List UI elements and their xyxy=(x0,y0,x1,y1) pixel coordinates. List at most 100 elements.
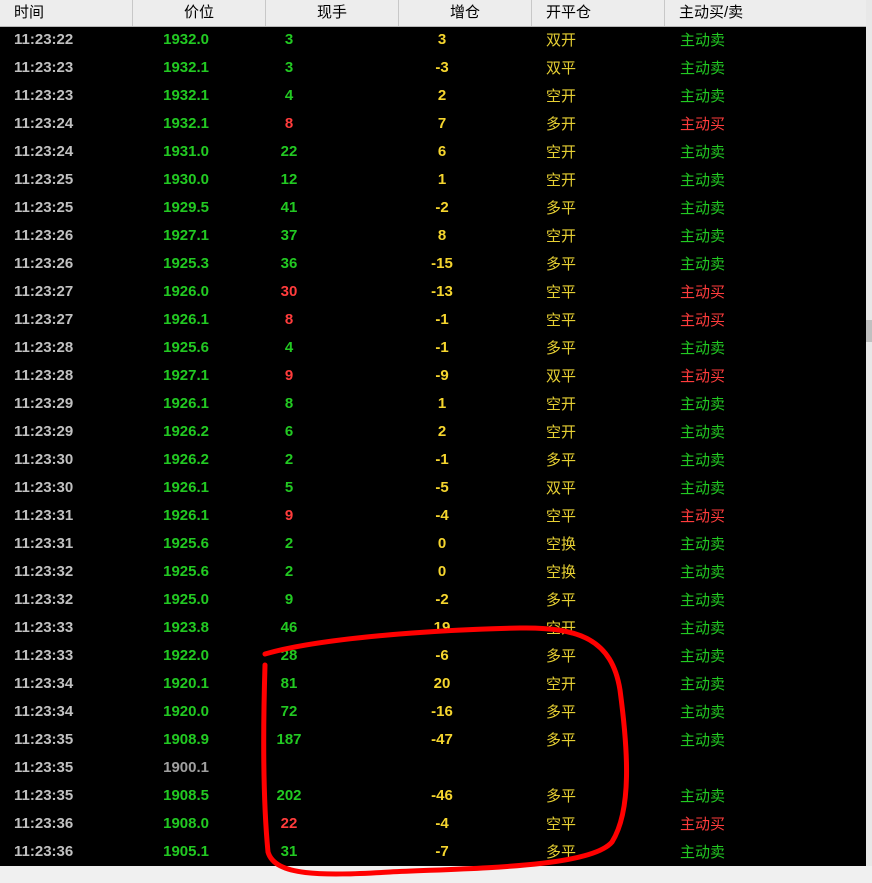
cell-open-interest: -7 xyxy=(435,843,449,860)
cell-volume: 9 xyxy=(284,591,294,608)
cell-price: 1932.1 xyxy=(163,59,209,76)
cell-time: 11:23:26 xyxy=(14,227,74,244)
cell-price: 1926.2 xyxy=(163,423,209,440)
cell-price: 1920.0 xyxy=(163,703,209,720)
cell-active-side: 主动买 xyxy=(680,367,726,385)
table-row[interactable]: 11:23:26 1927.1 37 8 空开 主动卖 xyxy=(0,222,866,250)
table-row[interactable]: 11:23:26 1925.3 36 -15 多平 主动卖 xyxy=(0,250,866,278)
cell-price: 1926.2 xyxy=(163,451,209,468)
table-row[interactable]: 11:23:35 1900.1 xyxy=(0,754,866,782)
table-row[interactable]: 11:23:35 1908.9 187 -47 多平 主动卖 xyxy=(0,726,866,754)
table-row[interactable]: 11:23:36 1908.0 22 -4 空平 主动买 xyxy=(0,810,866,838)
cell-open-interest: 7 xyxy=(437,115,447,132)
table-row[interactable]: 11:23:33 1922.0 28 -6 多平 主动卖 xyxy=(0,642,866,670)
cell-open-close: 空换 xyxy=(546,535,577,553)
cell-volume: 46 xyxy=(280,619,298,636)
cell-time: 11:23:28 xyxy=(14,339,74,356)
table-row[interactable]: 11:23:30 1926.1 5 -5 双平 主动卖 xyxy=(0,474,866,502)
table-row[interactable]: 11:23:32 1925.6 2 0 空换 主动卖 xyxy=(0,558,866,586)
table-row[interactable]: 11:23:27 1926.0 30 -13 空平 主动买 xyxy=(0,278,866,306)
col-header-volume[interactable]: 现手 xyxy=(266,0,399,26)
tick-table: 时间 价位 现手 增仓 开平仓 主动买/卖 11:23:22 1932.0 3 3 双开… xyxy=(0,0,867,866)
cell-active-side: 主动卖 xyxy=(680,787,726,805)
table-row[interactable]: 11:23:30 1926.2 2 -1 多平 主动卖 xyxy=(0,446,866,474)
table-row[interactable]: 11:23:31 1926.1 9 -4 空平 主动买 xyxy=(0,502,866,530)
table-row[interactable]: 11:23:35 1908.5 202 -46 多平 主动卖 xyxy=(0,782,866,810)
col-header-active-side[interactable]: 主动买/卖 xyxy=(665,0,866,26)
cell-time: 11:23:34 xyxy=(14,703,74,720)
cell-open-interest: 20 xyxy=(433,675,451,692)
table-row[interactable]: 11:23:28 1927.1 9 -9 双平 主动买 xyxy=(0,362,866,390)
table-row[interactable]: 11:23:25 1930.0 12 1 空开 主动卖 xyxy=(0,166,866,194)
cell-time: 11:23:28 xyxy=(14,367,74,384)
cell-open-interest: -5 xyxy=(435,479,449,496)
cell-open-close: 多平 xyxy=(546,731,577,749)
cell-open-close: 空平 xyxy=(546,815,577,833)
cell-time: 11:23:33 xyxy=(14,619,74,636)
cell-active-side: 主动卖 xyxy=(680,591,726,609)
col-header-open-close[interactable]: 开平仓 xyxy=(532,0,665,26)
cell-active-side: 主动卖 xyxy=(680,451,726,469)
cell-volume xyxy=(268,754,310,782)
cell-time: 11:23:29 xyxy=(14,423,74,440)
table-row[interactable]: 11:23:23 1932.1 4 2 空开 主动卖 xyxy=(0,82,866,110)
bottom-bar xyxy=(0,866,872,883)
cell-open-close: 空开 xyxy=(546,423,577,441)
cell-open-interest: -1 xyxy=(435,339,449,356)
cell-time: 11:23:36 xyxy=(14,815,74,832)
cell-open-interest: -2 xyxy=(435,591,449,608)
table-row[interactable]: 11:23:36 1905.1 31 -7 多平 主动卖 xyxy=(0,838,866,866)
cell-open-close: 空开 xyxy=(546,143,577,161)
scrollbar-thumb[interactable] xyxy=(866,320,872,342)
table-row[interactable]: 11:23:34 1920.1 81 20 空开 主动卖 xyxy=(0,670,866,698)
cell-open-interest: 3 xyxy=(437,31,447,48)
cell-time: 11:23:32 xyxy=(14,591,74,608)
cell-open-interest: -3 xyxy=(435,59,449,76)
cell-price: 1923.8 xyxy=(163,619,209,636)
cell-price: 1922.0 xyxy=(163,647,209,664)
table-row[interactable]: 11:23:22 1932.0 3 3 双开 主动卖 xyxy=(0,26,866,54)
table-row[interactable]: 11:23:27 1926.1 8 -1 空平 主动买 xyxy=(0,306,866,334)
cell-volume: 2 xyxy=(284,451,294,468)
table-row[interactable]: 11:23:31 1925.6 2 0 空换 主动卖 xyxy=(0,530,866,558)
table-body: 11:23:22 1932.0 3 3 双开 主动卖 11:23:23 1932.1 3 -3 双平… xyxy=(0,26,866,866)
cell-open-interest: 19 xyxy=(433,619,451,636)
cell-open-close: 空开 xyxy=(546,87,577,105)
vertical-scrollbar[interactable] xyxy=(866,0,872,866)
cell-volume: 9 xyxy=(284,367,294,384)
table-row[interactable]: 11:23:24 1932.1 8 7 多开 主动买 xyxy=(0,110,866,138)
col-header-price[interactable]: 价位 xyxy=(133,0,266,26)
table-row[interactable]: 11:23:34 1920.0 72 -16 多平 主动卖 xyxy=(0,698,866,726)
cell-open-interest: 6 xyxy=(437,143,447,160)
cell-volume: 4 xyxy=(284,339,294,356)
cell-volume: 6 xyxy=(284,423,294,440)
cell-price: 1925.6 xyxy=(163,339,209,356)
cell-time: 11:23:34 xyxy=(14,675,74,692)
cell-open-interest: -47 xyxy=(431,731,453,748)
table-row[interactable]: 11:23:23 1932.1 3 -3 双平 主动卖 xyxy=(0,54,866,82)
cell-time: 11:23:35 xyxy=(14,731,74,748)
table-row[interactable]: 11:23:25 1929.5 41 -2 多平 主动卖 xyxy=(0,194,866,222)
cell-time: 11:23:31 xyxy=(14,535,74,552)
cell-open-interest: -2 xyxy=(435,199,449,216)
cell-time: 11:23:26 xyxy=(14,255,74,272)
cell-open-close: 空平 xyxy=(546,311,577,329)
cell-price: 1932.0 xyxy=(163,31,209,48)
cell-open-interest: -1 xyxy=(435,311,449,328)
table-row[interactable]: 11:23:32 1925.0 9 -2 多平 主动卖 xyxy=(0,586,866,614)
table-row[interactable]: 11:23:29 1926.2 6 2 空开 主动卖 xyxy=(0,418,866,446)
table-row[interactable]: 11:23:24 1931.0 22 6 空开 主动卖 xyxy=(0,138,866,166)
table-row[interactable]: 11:23:29 1926.1 8 1 空开 主动卖 xyxy=(0,390,866,418)
cell-open-interest: -16 xyxy=(431,703,453,720)
table-row[interactable]: 11:23:28 1925.6 4 -1 多平 主动卖 xyxy=(0,334,866,362)
col-header-open-interest[interactable]: 增仓 xyxy=(399,0,532,26)
cell-open-interest: 0 xyxy=(437,563,447,580)
cell-active-side: 主动买 xyxy=(680,815,726,833)
cell-open-close: 空换 xyxy=(546,563,577,581)
table-row[interactable]: 11:23:33 1923.8 46 19 空开 主动卖 xyxy=(0,614,866,642)
cell-volume: 8 xyxy=(284,395,294,412)
cell-active-side: 主动卖 xyxy=(680,843,726,861)
col-header-time[interactable]: 时间 xyxy=(0,0,133,26)
cell-price: 1908.9 xyxy=(163,731,209,748)
cell-time: 11:23:25 xyxy=(14,171,74,188)
